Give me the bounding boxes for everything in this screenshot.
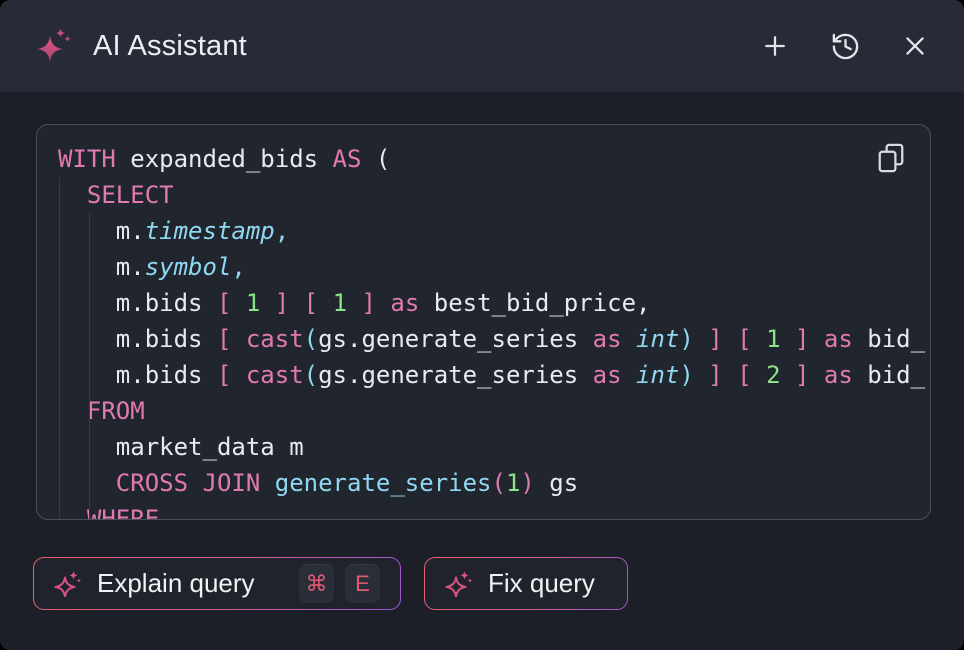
plus-icon [760,31,790,61]
close-button[interactable] [893,24,937,68]
copy-icon [876,143,906,173]
indent-guide [59,177,60,519]
copy-button[interactable] [876,143,906,173]
code-line: SELECT [58,177,930,213]
explain-query-label: Explain query [97,568,255,599]
cmd-key-badge: ⌘ [299,564,334,603]
code-line: m.symbol, [58,249,930,285]
code-line: FROM [58,393,930,429]
code-line: WITH expanded_bids AS ( [58,141,930,177]
shortcut-badges: ⌘ E [299,564,380,603]
code-line: WHERE [58,501,930,520]
code-line: m.bids [ 1 ] [ 1 ] as best_bid_price, [58,285,930,321]
close-icon [901,32,929,60]
new-conversation-button[interactable] [753,24,797,68]
explain-query-button[interactable]: Explain query ⌘ E [33,557,401,610]
assistant-actions: Explain query ⌘ E Fix query [33,557,628,610]
indent-guide [89,213,90,519]
header: AI Assistant [0,0,964,92]
panel-title: AI Assistant [93,30,247,63]
sparkles-icon [445,570,472,597]
code-line: m.bids [ cast(gs.generate_series as int)… [58,357,930,393]
sql-code: WITH expanded_bids AS ( SELECT m.timesta… [37,125,930,520]
ai-assistant-panel: AI Assistant [0,0,964,650]
sql-code-block: WITH expanded_bids AS ( SELECT m.timesta… [36,124,931,520]
history-icon [830,31,861,62]
code-line: m.bids [ cast(gs.generate_series as int)… [58,321,930,357]
fix-query-button[interactable]: Fix query [424,557,628,610]
code-line: market_data m [58,429,930,465]
code-line: CROSS JOIN generate_series(1) gs [58,465,930,501]
fix-query-label: Fix query [488,568,595,599]
code-line: m.timestamp, [58,213,930,249]
e-key-badge: E [345,564,380,603]
history-button[interactable] [823,24,867,68]
sparkles-icon [54,570,81,597]
sparkles-icon [34,26,74,66]
